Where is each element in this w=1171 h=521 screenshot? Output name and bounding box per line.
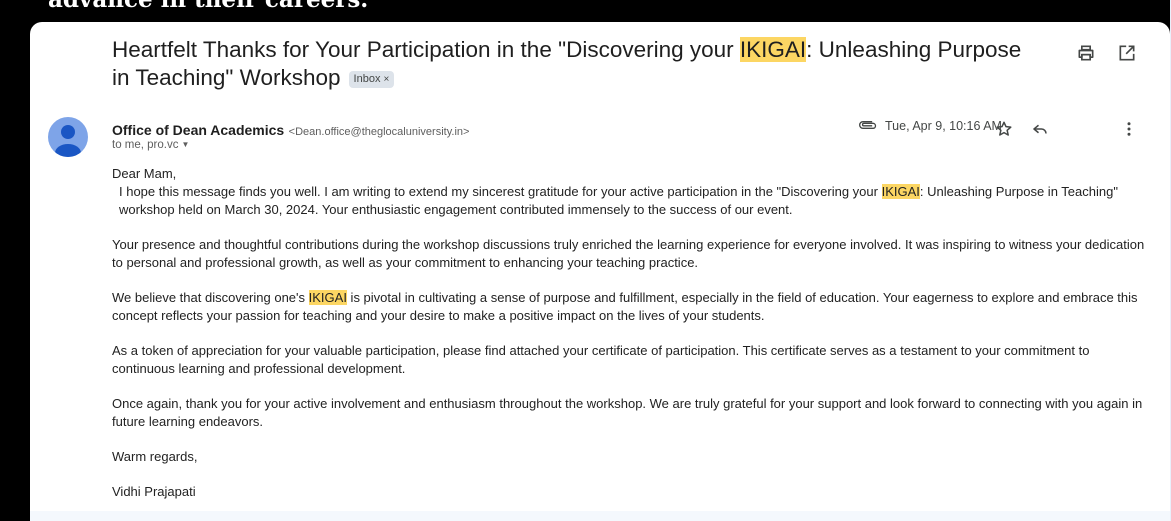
recipients-text: to me, pro.vc: [112, 139, 179, 151]
background-caption: advance in their careers.: [48, 0, 368, 13]
sender-avatar[interactable]: [48, 117, 88, 157]
signature-name: Vidhi Prajapati: [112, 484, 196, 499]
open-in-new-window-icon: [1119, 45, 1135, 61]
reply-icon: [1033, 124, 1047, 134]
subject-text-start: Heartfelt Thanks for Your Participation …: [112, 37, 740, 62]
paragraph-3-start: We believe that discovering one's: [112, 290, 309, 305]
closing-line: Warm regards,: [112, 449, 198, 464]
body-paragraph-3: We believe that discovering one's IKIGAI…: [112, 289, 1147, 325]
paragraph-3-highlight: IKIGAI: [308, 290, 347, 305]
remove-label-button[interactable]: ×: [383, 74, 389, 85]
sender-line: Office of Dean Academics <Dean.office@th…: [112, 122, 469, 140]
open-in-new-window-button[interactable]: [1117, 43, 1137, 63]
inbox-label-text: Inbox: [353, 73, 381, 85]
greeting: Dear Mam,: [112, 166, 177, 181]
inbox-label-chip[interactable]: Inbox ×: [348, 71, 395, 88]
default-avatar-icon: [55, 125, 81, 157]
reply-button[interactable]: [1031, 120, 1049, 138]
paperclip-icon: [858, 118, 878, 132]
recipients-toggle[interactable]: to me, pro.vc ▼: [112, 139, 189, 151]
star-icon: [996, 121, 1012, 136]
bottom-bar: [30, 511, 1170, 521]
subject-highlight: IKIGAI: [739, 37, 807, 62]
sender-email: <Dean.office@theglocaluniversity.in>: [288, 126, 470, 138]
email-subject: Heartfelt Thanks for Your Participation …: [112, 36, 1032, 92]
body-paragraph-1: I hope this message finds you well. I am…: [112, 183, 1147, 219]
body-paragraph-4: As a token of appreciation for your valu…: [112, 343, 1090, 376]
body-paragraph-2: Your presence and thoughtful contributio…: [112, 237, 1145, 270]
more-options-button[interactable]: [1120, 120, 1138, 138]
star-button[interactable]: [995, 120, 1013, 138]
more-vert-icon: [1127, 122, 1131, 136]
paragraph-1-start: I hope this message finds you well. I am…: [119, 184, 882, 199]
sender-name[interactable]: Office of Dean Academics: [112, 122, 284, 138]
caret-down-icon: ▼: [181, 140, 190, 149]
email-body: Dear Mam, I hope this message finds you …: [112, 165, 1147, 501]
email-view: Heartfelt Thanks for Your Participation …: [30, 22, 1170, 511]
paragraph-1-highlight: IKIGAI: [881, 184, 920, 199]
print-button[interactable]: [1076, 43, 1096, 63]
body-paragraph-5: Once again, thank you for your active in…: [112, 396, 1143, 429]
print-icon: [1078, 45, 1094, 61]
email-date: Tue, Apr 9, 10:16 AM: [885, 119, 1002, 133]
